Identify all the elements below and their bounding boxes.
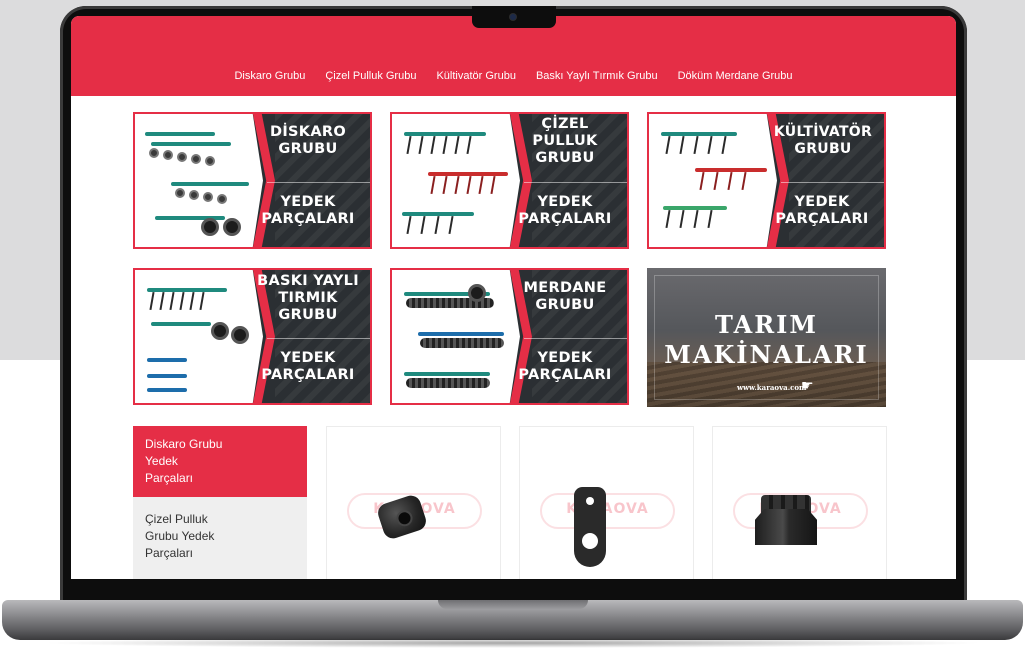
banner-subtitle: YEDEK PARÇALARI [518,350,612,383]
banner-title: MERDANE GRUBU [523,280,607,313]
tarim-makinalari-promo[interactable]: TARIM MAKİNALARI www.karaova.com ☛ [647,268,886,407]
banner-subtitle: YEDEK PARÇALARI [518,194,612,227]
nav-item-cizel-pulluk[interactable]: Çizel Pulluk Grubu [325,70,416,82]
site-header: Diskaro Grubu Çizel Pulluk Grubu Kültiva… [71,16,956,96]
promo-title-line2: MAKİNALARI [664,340,869,369]
banner-diskaro[interactable]: DİSKARO GRUBU YEDEK PARÇALARI [133,112,372,249]
camera-icon [510,14,516,20]
banner-kultivator[interactable]: KÜLTİVATÖR GRUBU YEDEK PARÇALARI [647,112,886,249]
banner-subtitle: YEDEK PARÇALARI [261,194,355,227]
laptop-base-notch [438,600,588,609]
banner-merdane[interactable]: MERDANE GRUBU YEDEK PARÇALARI [390,268,629,405]
banner-title: KÜLTİVATÖR GRUBU [773,124,873,157]
product-card[interactable]: KARAOVA [326,426,501,579]
banner-cizel-pulluk[interactable]: ÇİZEL PULLUK GRUBU YEDEK PARÇALARI [390,112,629,249]
cizel-pulluk-machine-image [392,114,520,247]
baski-yayli-tirmik-machine-image [135,270,263,403]
pointing-hand-icon: ☛ [801,378,814,394]
category-sidebar: Diskaro Grubu Yedek Parçaları Çizel Pull… [133,426,307,579]
promo-url: www.karaova.com [737,383,807,392]
nav-item-kultivator[interactable]: Kültivatör Grubu [436,70,515,82]
product-card[interactable]: KARAOVA [712,426,887,579]
sidebar-item-cizel-pulluk[interactable]: Çizel Pulluk Grubu Yedek Parçaları [133,497,307,579]
banner-title: DİSKARO GRUBU [270,124,346,157]
banner-baski-yayli-tirmik[interactable]: BASKI YAYLI TIRMIK GRUBU YEDEK PARÇALARI [133,268,372,405]
banner-title: BASKI YAYLI TIRMIK GRUBU [257,273,359,323]
nav-item-baski-yayli-tirmik[interactable]: Baskı Yaylı Tırmık Grubu [536,70,658,82]
banner-subtitle: YEDEK PARÇALARI [775,194,869,227]
laptop-notch [472,6,556,28]
banner-title: ÇİZEL PULLUK GRUBU [532,116,598,166]
banner-subtitle: YEDEK PARÇALARI [261,350,355,383]
main-nav: Diskaro Grubu Çizel Pulluk Grubu Kültiva… [71,70,956,82]
merdane-machine-image [392,270,520,403]
sidebar-item-diskaro[interactable]: Diskaro Grubu Yedek Parçaları [133,426,307,497]
washer-part-image [574,487,606,567]
nav-item-dokum-merdane[interactable]: Döküm Merdane Grubu [678,70,793,82]
laptop-screen: Diskaro Grubu Çizel Pulluk Grubu Kültiva… [71,16,956,579]
promo-title-line1: TARIM [715,310,818,339]
watermark-logo: KARAOVA [540,493,675,529]
product-card[interactable]: KARAOVA [519,426,694,579]
kultivator-machine-image [649,114,777,247]
nav-item-diskaro[interactable]: Diskaro Grubu [234,70,305,82]
castle-nut-part-image [755,509,817,545]
diskaro-machine-image [135,114,263,247]
